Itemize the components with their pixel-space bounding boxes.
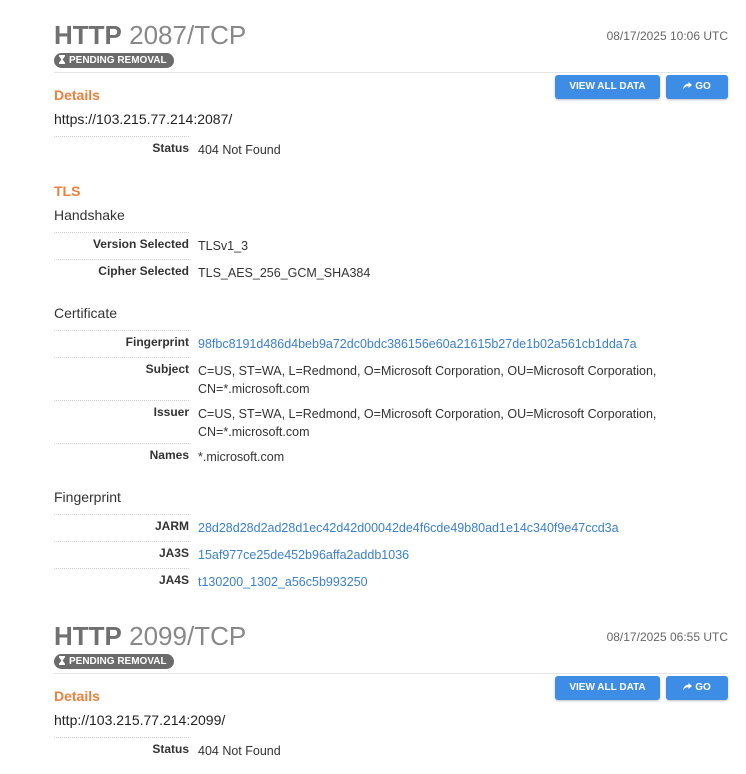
go-label: GO [695,81,711,92]
ja3s-link[interactable]: 15af977ce25de452b96affa2addb1036 [198,546,668,564]
row-divider [54,232,189,233]
issuer-value: C=US, ST=WA, L=Redmond, O=Microsoft Corp… [198,407,657,439]
view-all-data-button[interactable]: VIEW ALL DATA [555,676,660,700]
share-arrow-icon [683,82,693,90]
service-card: HTTP 2087/TCP 08/17/2025 10:06 UTC PENDI… [54,20,728,600]
badge-label: PENDING REMOVAL [69,656,167,667]
jarm-label: JARM [154,519,189,533]
pending-removal-badge: PENDING REMOVAL [54,53,174,68]
row-divider [54,259,189,260]
row-divider [54,400,189,401]
service-title: HTTP 2099/TCP [54,621,246,651]
pending-removal-badge: PENDING REMOVAL [54,654,174,669]
service-timestamp: 08/17/2025 06:55 UTC [606,630,728,644]
row-divider [54,330,189,331]
go-label: GO [695,682,711,693]
cert-fingerprint-label: Fingerprint [125,335,189,349]
status-value: 404 Not Found [198,143,281,157]
cipher-selected-value: TLS_AES_256_GCM_SHA384 [198,266,371,280]
view-all-data-button[interactable]: VIEW ALL DATA [555,75,660,99]
go-button[interactable]: GO [666,75,728,99]
cert-fingerprint-link[interactable]: 98fbc8191d486d4beb9a72dc0bdc386156e60a21… [198,335,668,353]
service-port: 2087/TCP [129,20,247,50]
ja4s-link[interactable]: t130200_1302_a56c5b993250 [198,573,668,591]
jarm-link[interactable]: 28d28d28d2ad28d1ec42d42d00042de4f6cde49b… [198,519,668,537]
row-divider [54,136,189,137]
row-divider [54,514,189,515]
details-heading: Details [54,87,100,103]
version-selected-value: TLSv1_3 [198,239,249,253]
service-port: 2099/TCP [129,621,247,651]
status-label: Status [152,141,189,155]
service-title: HTTP 2087/TCP [54,20,246,50]
names-label: Names [149,448,189,462]
certificate-heading: Certificate [54,305,118,321]
share-arrow-icon [683,683,693,691]
row-divider [54,541,189,542]
service-url: http://103.215.77.214:2099/ [54,712,226,728]
row-divider [54,568,189,569]
badge-label: PENDING REMOVAL [69,55,167,66]
service-card: HTTP 2099/TCP 08/17/2025 06:55 UTC PENDI… [54,621,728,774]
fingerprint-heading: Fingerprint [54,489,121,505]
service-timestamp: 08/17/2025 10:06 UTC [606,29,728,43]
service-url: https://103.215.77.214:2087/ [54,111,233,127]
view-all-data-label: VIEW ALL DATA [569,682,646,693]
row-divider [54,737,189,738]
names-value: *.microsoft.com [198,450,285,464]
issuer-label: Issuer [153,405,189,419]
details-heading: Details [54,688,100,704]
divider [54,72,728,73]
cipher-selected-label: Cipher Selected [98,264,189,278]
ja3s-label: JA3S [158,546,189,560]
subject-value: C=US, ST=WA, L=Redmond, O=Microsoft Corp… [198,364,657,396]
view-all-data-label: VIEW ALL DATA [569,81,646,92]
row-divider [54,443,189,444]
hourglass-icon [59,656,65,665]
status-value: 404 Not Found [198,744,281,758]
status-label: Status [152,742,189,756]
go-button[interactable]: GO [666,676,728,700]
tls-heading: TLS [54,183,81,199]
divider [54,673,728,674]
row-divider [54,357,189,358]
service-protocol: HTTP [54,20,122,50]
version-selected-label: Version Selected [92,237,189,251]
handshake-heading: Handshake [54,207,125,223]
subject-label: Subject [145,362,189,376]
ja4s-label: JA4S [158,573,189,587]
service-protocol: HTTP [54,621,122,651]
hourglass-icon [59,55,65,64]
